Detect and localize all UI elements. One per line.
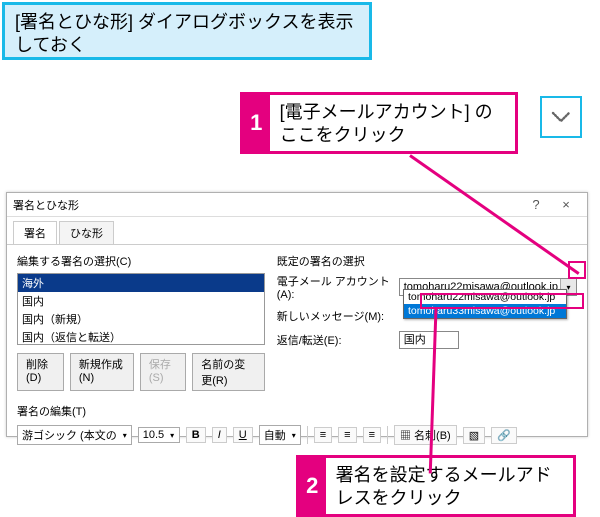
list-item[interactable]: 国内（返信と転送） <box>18 328 264 345</box>
font-size-select[interactable]: 10.5▾ <box>138 427 180 443</box>
rename-button[interactable]: 名前の変更(R) <box>192 353 264 391</box>
italic-button[interactable]: I <box>212 427 227 443</box>
align-left-button[interactable]: ≡ <box>314 427 332 443</box>
font-family-select[interactable]: 游ゴシック (本文の▾ <box>17 425 132 445</box>
dropdown-option[interactable]: tomoharu33misawa@outlook.jp <box>404 304 566 318</box>
callout-2-number: 2 <box>299 458 326 514</box>
email-account-label: 電子メール アカウント(A): <box>277 273 395 301</box>
list-item[interactable]: 国内（新規） <box>18 310 264 328</box>
select-signature-label: 編集する署名の選択(C) <box>17 253 265 269</box>
callout-1-text: [電子メールアカウント] のここをクリック <box>270 95 515 151</box>
edit-signature-label: 署名の編集(T) <box>17 403 577 419</box>
align-right-button[interactable]: ≡ <box>363 427 381 443</box>
reply-forward-select[interactable]: 国内 <box>399 331 459 349</box>
bold-button[interactable]: B <box>186 427 206 443</box>
tab-signatures[interactable]: 署名 <box>13 221 57 244</box>
instruction-banner: [署名とひな形] ダイアログボックスを表示しておく <box>2 2 372 60</box>
callout-2: 2 署名を設定するメールアドレスをクリック <box>296 455 576 517</box>
callout-2-text: 署名を設定するメールアドレスをクリック <box>326 458 573 514</box>
divider <box>387 426 388 444</box>
signature-listbox[interactable]: 海外 国内 国内（新規） 国内（返信と転送） <box>17 273 265 345</box>
tab-bar: 署名 ひな形 <box>7 217 587 245</box>
tab-stationery[interactable]: ひな形 <box>59 221 114 244</box>
business-card-button[interactable]: ▦ 名刺(B) <box>394 425 457 445</box>
new-button[interactable]: 新規作成(N) <box>70 353 134 391</box>
delete-button[interactable]: 削除(D) <box>17 353 64 391</box>
save-button: 保存(S) <box>140 353 186 391</box>
default-signature-label: 既定の署名の選択 <box>277 253 577 269</box>
reply-forward-value: 国内 <box>404 334 426 346</box>
email-account-dropdown[interactable]: tomoharu22misawa@outlook.jp tomoharu33mi… <box>403 289 567 319</box>
dropdown-option[interactable]: tomoharu22misawa@outlook.jp <box>404 290 566 304</box>
callout-1-number: 1 <box>243 95 270 151</box>
chevron-down-icon <box>551 110 571 124</box>
dropdown-arrow-zoom <box>540 96 582 138</box>
divider <box>307 426 308 444</box>
font-color-select[interactable]: 自動▾ <box>259 425 301 445</box>
new-message-label: 新しいメッセージ(M): <box>277 308 395 324</box>
signatures-dialog: 署名とひな形 ? × 署名 ひな形 編集する署名の選択(C) 海外 国内 国内（… <box>6 192 588 437</box>
reply-forward-label: 返信/転送(E): <box>277 332 395 348</box>
align-center-button[interactable]: ≡ <box>338 427 356 443</box>
format-toolbar: 游ゴシック (本文の▾ 10.5▾ B I U 自動▾ ≡ ≡ ≡ ▦ 名刺(B… <box>7 425 587 445</box>
underline-button[interactable]: U <box>233 427 253 443</box>
list-item[interactable]: 海外 <box>18 274 264 292</box>
list-item[interactable]: 国内 <box>18 292 264 310</box>
close-button[interactable]: × <box>551 197 581 212</box>
hyperlink-button[interactable]: 🔗 <box>491 427 517 444</box>
instruction-text: [署名とひな形] ダイアログボックスを表示しておく <box>15 12 353 55</box>
dialog-titlebar: 署名とひな形 ? × <box>7 193 587 217</box>
dialog-title: 署名とひな形 <box>13 197 79 213</box>
picture-button[interactable]: ▧ <box>463 427 485 444</box>
help-button[interactable]: ? <box>521 197 551 212</box>
callout-1: 1 [電子メールアカウント] のここをクリック <box>240 92 518 154</box>
